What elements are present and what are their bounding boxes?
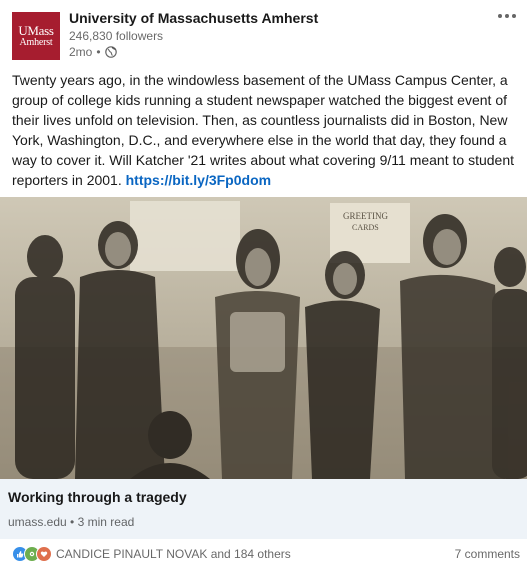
link-meta-separator: • <box>70 515 75 529</box>
post-text: Twenty years ago, in the windowless base… <box>12 72 514 188</box>
photo-sign-line1: GREETING <box>343 211 388 221</box>
reactors-summary[interactable]: CANDICE PINAULT NOVAK and 184 others <box>56 547 291 561</box>
post-link[interactable]: https://bit.ly/3Fp0dom <box>126 172 271 188</box>
meta-separator: • <box>96 45 101 59</box>
more-options-icon[interactable] <box>495 6 519 26</box>
photo-sign-line2: CARDS <box>352 223 379 232</box>
org-logo[interactable]: UMass Amherst <box>12 12 60 60</box>
link-read-time: 3 min read <box>77 515 135 529</box>
org-logo-line1: UMass <box>18 22 54 38</box>
love-icon <box>36 546 52 562</box>
social-counts: CANDICE PINAULT NOVAK and 184 others 7 c… <box>12 546 520 562</box>
link-preview-meta: umass.edu • 3 min read <box>8 515 134 529</box>
post-age: 2mo <box>69 45 93 59</box>
feed-post: UMass Amherst University of Massachusett… <box>0 0 527 564</box>
globe-icon <box>104 46 117 58</box>
post-body: Twenty years ago, in the windowless base… <box>12 70 517 190</box>
comments-count[interactable]: 7 comments <box>455 547 520 561</box>
reaction-icons[interactable] <box>12 546 52 562</box>
link-preview-title[interactable]: Working through a tragedy <box>8 489 187 505</box>
link-preview[interactable]: Working through a tragedy umass.edu • 3 … <box>0 479 527 539</box>
post-image[interactable]: GREETING CARDS <box>0 197 527 479</box>
follower-count: 246,830 followers <box>69 29 164 43</box>
link-source: umass.edu <box>8 515 67 529</box>
org-logo-line2: Amherst <box>19 36 53 48</box>
post-meta: 2mo • <box>69 45 117 59</box>
org-name[interactable]: University of Massachusetts Amherst <box>69 10 318 26</box>
